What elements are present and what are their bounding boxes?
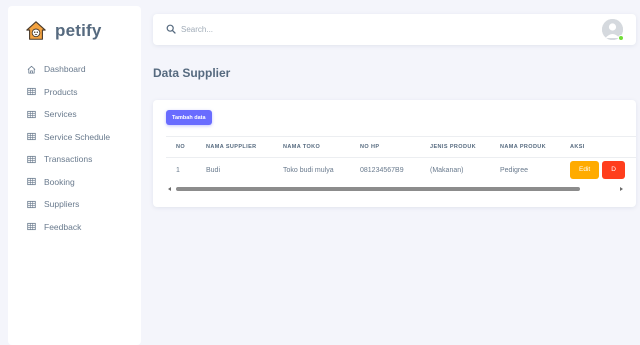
sidebar-item-service-schedule[interactable]: Service Schedule <box>8 126 141 149</box>
sidebar-item-transactions[interactable]: Transactions <box>8 148 141 171</box>
cell-aksi: Edit D <box>560 158 636 183</box>
cell-jenis: (Makanan) <box>430 166 464 174</box>
table-icon <box>27 110 36 119</box>
cell-supplier: Budi <box>206 166 221 174</box>
sidebar-item-label: Feedback <box>44 221 82 232</box>
table-icon <box>27 222 36 231</box>
sidebar-item-booking[interactable]: Booking <box>8 171 141 194</box>
cell-no: 1 <box>176 166 180 174</box>
home-icon <box>27 65 36 74</box>
cell-hp: 081234567B9 <box>360 166 404 174</box>
edit-button[interactable]: Edit <box>570 161 600 180</box>
search-icon <box>166 24 176 34</box>
top-navbar <box>153 14 636 45</box>
table-icon <box>27 155 36 164</box>
add-data-button[interactable]: Tambah data <box>166 110 212 125</box>
sidebar-item-services[interactable]: Services <box>8 103 141 126</box>
supplier-table: NO NAMA SUPPLIER NAMA TOKO NO HP JENIS P… <box>166 136 636 183</box>
table-row: 1 Budi Toko budi mulya 081234567B9 (Maka… <box>166 158 636 183</box>
sidebar-item-label: Service Schedule <box>44 131 111 142</box>
scrollbar-thumb[interactable] <box>176 187 580 191</box>
sidebar-item-label: Suppliers <box>44 199 80 210</box>
cell-produk: Pedigree <box>500 166 529 174</box>
header-nama-toko: NAMA TOKO <box>283 144 321 150</box>
header-nama-supplier: NAMA SUPPLIER <box>206 144 257 150</box>
table-icon <box>27 132 36 141</box>
header-no: NO <box>176 144 186 150</box>
header-aksi: AKSI <box>570 144 585 150</box>
sidebar-item-label: Transactions <box>44 154 93 165</box>
sidebar-item-label: Services <box>44 109 77 120</box>
table-icon <box>27 177 36 186</box>
table-header-row: NO NAMA SUPPLIER NAMA TOKO NO HP JENIS P… <box>166 136 636 158</box>
brand-name: petify <box>55 21 102 40</box>
sidebar-item-products[interactable]: Products <box>8 81 141 104</box>
delete-button[interactable]: D <box>602 161 625 180</box>
cell-toko: Toko budi mulya <box>283 166 334 174</box>
scroll-right-arrow-icon[interactable] <box>620 187 623 191</box>
table-icon <box>27 200 36 209</box>
sidebar: petify Dashboard Products Services Servi… <box>8 6 141 345</box>
header-jenis-produk: JENIS PRODUK <box>430 144 477 150</box>
supplier-table-wrapper: NO NAMA SUPPLIER NAMA TOKO NO HP JENIS P… <box>166 136 636 186</box>
sidebar-item-suppliers[interactable]: Suppliers <box>8 193 141 216</box>
sidebar-item-label: Products <box>44 86 78 97</box>
header-nama-produk: NAMA PRODUK <box>500 144 547 150</box>
horizontal-scrollbar[interactable] <box>166 186 636 193</box>
header-no-hp: NO HP <box>360 144 380 150</box>
page-title: Data Supplier <box>153 66 231 80</box>
supplier-card: Tambah data NO NAMA SUPPLIER NAMA TOKO N… <box>153 100 636 207</box>
table-icon <box>27 87 36 96</box>
sidebar-item-label: Dashboard <box>44 64 86 75</box>
brand[interactable]: petify <box>25 20 102 42</box>
online-status-dot <box>618 35 624 41</box>
search-input[interactable] <box>181 21 481 38</box>
sidebar-menu: Dashboard Products Services Service Sche… <box>8 58 141 238</box>
sidebar-item-label: Booking <box>44 176 75 187</box>
sidebar-item-dashboard[interactable]: Dashboard <box>8 58 141 81</box>
sidebar-item-feedback[interactable]: Feedback <box>8 216 141 239</box>
pet-house-logo-icon <box>26 21 46 40</box>
scroll-left-arrow-icon[interactable] <box>168 187 171 191</box>
